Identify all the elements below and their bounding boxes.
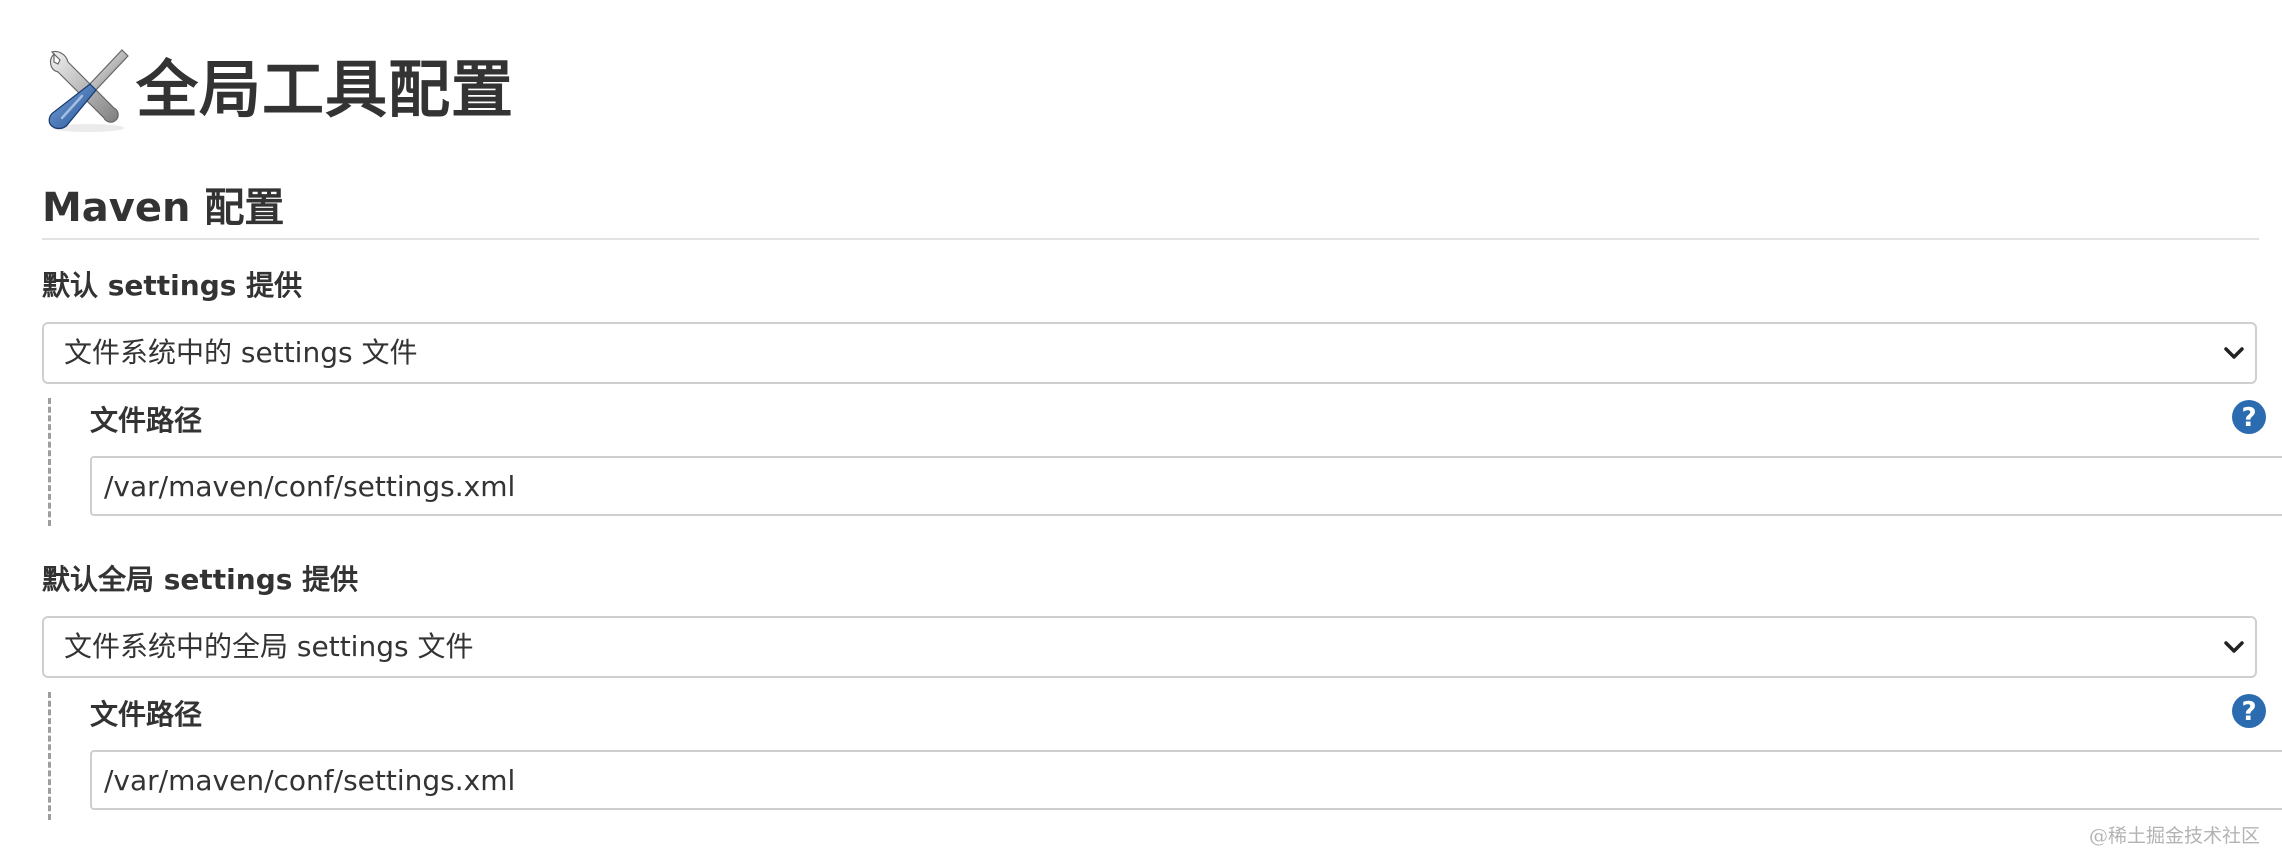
default-global-settings-selected-value: 文件系统中的全局 settings 文件: [64, 630, 474, 663]
chevron-down-icon: [2224, 641, 2244, 653]
default-settings-select[interactable]: 文件系统中的 settings 文件: [42, 322, 2257, 384]
default-settings-file-path-group: 文件路径 ?: [48, 398, 2282, 526]
svg-text:?: ?: [2241, 697, 2256, 727]
default-global-settings-label: 默认全局 settings 提供: [42, 563, 359, 596]
default-global-settings-file-path-group: 文件路径 ?: [48, 692, 2282, 820]
svg-text:?: ?: [2241, 403, 2256, 433]
file-path-label: 文件路径: [90, 404, 203, 437]
maven-section-header: Maven 配置: [42, 180, 2259, 240]
section-title: Maven 配置: [42, 185, 285, 231]
default-settings-label: 默认 settings 提供: [42, 269, 303, 302]
default-settings-selected-value: 文件系统中的 settings 文件: [64, 336, 418, 369]
file-path-label: 文件路径: [90, 698, 203, 731]
tools-icon: [48, 49, 129, 132]
page-title: 全局工具配置: [136, 53, 515, 126]
watermark: @稀土掘金技术社区: [2088, 825, 2260, 847]
page-header: 全局工具配置: [42, 40, 514, 140]
help-icon[interactable]: ?: [2230, 398, 2268, 436]
default-global-settings-select[interactable]: 文件系统中的全局 settings 文件: [42, 616, 2257, 678]
default-settings-file-path-input[interactable]: [90, 456, 2282, 516]
default-global-settings-file-path-input[interactable]: [90, 750, 2282, 810]
chevron-down-icon: [2224, 347, 2244, 359]
help-icon[interactable]: ?: [2230, 692, 2268, 730]
global-tool-config-page: 全局工具配置 Maven 配置 默认 settings 提供 文件系统中的 se…: [42, 0, 2282, 864]
